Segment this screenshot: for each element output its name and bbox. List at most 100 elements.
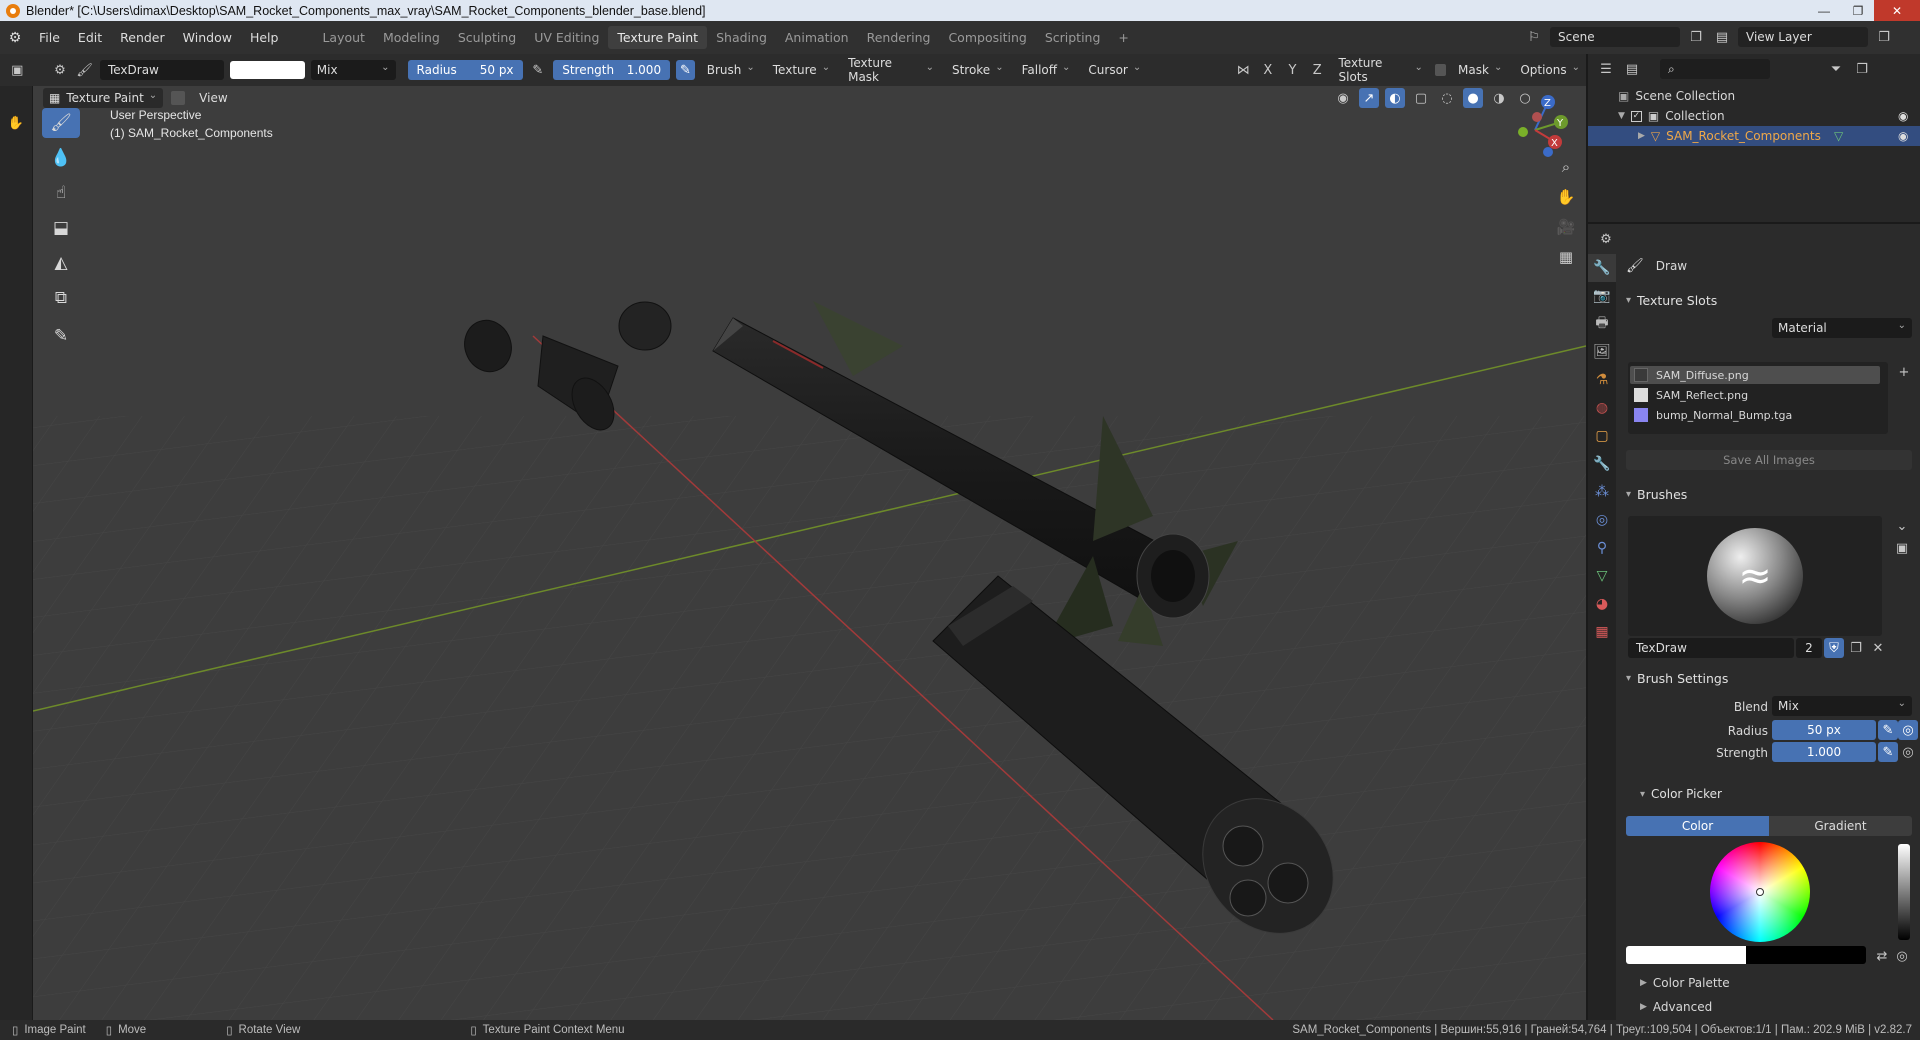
view-menu[interactable]: View	[199, 91, 227, 105]
wireframe-shading-icon[interactable]: ◌	[1437, 88, 1457, 108]
add-texture-slot-icon[interactable]: +	[1894, 362, 1914, 382]
menu-file[interactable]: File	[30, 30, 69, 45]
duplicate-brush-icon[interactable]: ❐	[1846, 638, 1866, 658]
world-tab-icon[interactable]: ◍	[1588, 394, 1616, 422]
texture-slots-panel-header[interactable]: Texture Slots	[1616, 288, 1920, 312]
workspace-tab-shading[interactable]: Shading	[707, 26, 776, 49]
scene-icon[interactable]: ⚐	[1524, 27, 1544, 47]
view-layer-selector[interactable]: View Layer	[1738, 27, 1868, 47]
workspace-tab-scripting[interactable]: Scripting	[1036, 26, 1110, 49]
mesh-data-icon[interactable]: ▽	[1834, 129, 1843, 143]
texture-tab-icon[interactable]: ▦	[1588, 618, 1616, 646]
color-wheel[interactable]	[1710, 842, 1810, 942]
mode-dropdown[interactable]: ▦ Texture Paint	[43, 88, 164, 108]
navigation-gizmo[interactable]: Z Y X	[1493, 92, 1578, 162]
display-mode-icon[interactable]: ▤	[1622, 59, 1642, 79]
blender-menu-icon[interactable]: ⚙	[0, 30, 30, 46]
stroke-dropdown[interactable]: Stroke	[946, 60, 1010, 80]
editor-type-icon[interactable]: ▣	[8, 60, 27, 80]
smear-tool-icon[interactable]: ☝	[42, 178, 80, 208]
render-tab-icon[interactable]: 📷	[1588, 282, 1616, 310]
menu-help[interactable]: Help	[241, 30, 288, 45]
color-palette-subpanel-header[interactable]: ▶ Color Palette	[1640, 976, 1730, 990]
outliner-collection[interactable]: ▼ ✓ ▣ Collection ◉	[1588, 106, 1920, 126]
radius-pressure-icon[interactable]: ✎	[529, 60, 548, 80]
gradient-tab[interactable]: Gradient	[1769, 816, 1912, 836]
expand-icon[interactable]: ▶	[1638, 131, 1645, 141]
xray-icon[interactable]: ▢	[1411, 88, 1431, 108]
add-workspace-icon[interactable]: +	[1109, 26, 1137, 49]
properties-editor-icon[interactable]: ⚙	[1596, 229, 1616, 249]
view-layer-icon[interactable]: ▤	[1712, 27, 1732, 47]
unified-color-icon[interactable]: ◎	[1892, 946, 1912, 966]
particles-tab-icon[interactable]: ⁂	[1588, 478, 1616, 506]
eye-icon[interactable]: ◉	[1898, 129, 1908, 143]
workspace-tab-animation[interactable]: Animation	[776, 26, 858, 49]
close-icon[interactable]: ✕	[1874, 0, 1920, 21]
minimize-icon[interactable]: —	[1808, 0, 1840, 21]
gizmo-toggle-icon[interactable]: ↗	[1359, 88, 1379, 108]
value-slider[interactable]	[1898, 844, 1910, 940]
outliner-scene-collection[interactable]: ▣ Scene Collection	[1588, 86, 1920, 106]
radius-unit-icon[interactable]: ◎	[1898, 720, 1918, 740]
view-layer-tab-icon[interactable]: 🖼	[1588, 338, 1616, 366]
texture-slot-item[interactable]: bump_Normal_Bump.tga	[1630, 406, 1880, 424]
options-dropdown[interactable]: Options	[1514, 60, 1586, 80]
outliner-editor-icon[interactable]: ☰	[1596, 59, 1616, 79]
mirror-z-toggle[interactable]: Z	[1308, 60, 1327, 80]
texture-slot-item[interactable]: SAM_Diffuse.png	[1630, 366, 1880, 384]
workspace-tab-rendering[interactable]: Rendering	[858, 26, 940, 49]
collection-checkbox[interactable]: ✓	[1630, 110, 1642, 122]
paint-mask-toggle[interactable]	[171, 91, 186, 105]
soften-tool-icon[interactable]: 💧	[42, 143, 80, 173]
brush-icon[interactable]: 🖌	[75, 60, 94, 80]
tool-tab-icon[interactable]: 🔧	[1588, 254, 1616, 282]
brush-users-count[interactable]: 2	[1796, 638, 1822, 658]
strength-slider[interactable]: Strength 1.000	[553, 60, 671, 80]
filter-icon[interactable]: ⏷	[1826, 59, 1846, 79]
outliner-object-row[interactable]: ▶ ▽ SAM_Rocket_Components ▽ ◉	[1588, 126, 1920, 146]
brush-color-swatch[interactable]	[230, 61, 305, 79]
texture-dropdown[interactable]: Texture	[767, 60, 836, 80]
texture-mask-dropdown[interactable]: Texture Mask	[842, 56, 940, 84]
new-collection-icon[interactable]: ❐	[1852, 59, 1872, 79]
workspace-tab-sculpting[interactable]: Sculpting	[449, 26, 525, 49]
texture-slots-dropdown[interactable]: Texture Slots	[1333, 56, 1429, 84]
maximize-icon[interactable]: ❐	[1842, 0, 1874, 21]
workspace-tab-texture-paint[interactable]: Texture Paint	[608, 26, 708, 49]
color-wheel-cursor[interactable]	[1756, 888, 1764, 896]
brush-dropdown[interactable]: Brush	[701, 60, 761, 80]
workspace-tab-modeling[interactable]: Modeling	[374, 26, 449, 49]
menu-edit[interactable]: Edit	[69, 30, 111, 45]
mirror-x-toggle[interactable]: X	[1259, 60, 1278, 80]
workspace-tab-layout[interactable]: Layout	[313, 26, 374, 49]
annotate-tool-icon[interactable]: ✎	[42, 321, 80, 351]
mask-checkbox[interactable]	[1434, 64, 1447, 76]
falloff-dropdown[interactable]: Falloff	[1016, 60, 1077, 80]
advanced-subpanel-header[interactable]: ▶ Advanced	[1640, 1000, 1712, 1014]
blend-dropdown[interactable]: Mix	[310, 60, 396, 80]
save-all-images-button[interactable]: Save All Images	[1626, 450, 1912, 470]
strength-unified-icon[interactable]: ◎	[1898, 742, 1918, 762]
data-tab-icon[interactable]: ▽	[1588, 562, 1616, 590]
visibility-icon[interactable]: ◉	[1333, 88, 1353, 108]
color-tab[interactable]: Color	[1626, 816, 1769, 836]
clone-tool-icon[interactable]: ⬓	[42, 213, 80, 243]
constraints-tab-icon[interactable]: ⚲	[1588, 534, 1616, 562]
physics-tab-icon[interactable]: ◎	[1588, 506, 1616, 534]
menu-window[interactable]: Window	[174, 30, 241, 45]
brush-name-field[interactable]: TexDraw	[99, 60, 225, 80]
overlay-toggle-icon[interactable]: ◐	[1385, 88, 1405, 108]
brushes-panel-header[interactable]: Brushes	[1616, 482, 1920, 506]
brush-name-input[interactable]: TexDraw	[1628, 638, 1794, 658]
pan-icon[interactable]: ✋	[1553, 184, 1579, 210]
secondary-color-swatch[interactable]	[1746, 946, 1866, 964]
radius-slider[interactable]: Radius 50 px	[407, 60, 523, 80]
mask-tool-icon[interactable]: ⧉	[42, 283, 80, 313]
ortho-grid-icon[interactable]: ▦	[1553, 244, 1579, 270]
modifier-tab-icon[interactable]: 🔧	[1588, 450, 1616, 478]
color-picker-subpanel-header[interactable]: Color Picker	[1630, 782, 1920, 806]
eye-icon[interactable]: ◉	[1898, 109, 1908, 123]
cursor-dropdown[interactable]: Cursor	[1082, 60, 1147, 80]
workspace-tab-uv-editing[interactable]: UV Editing	[525, 26, 608, 49]
